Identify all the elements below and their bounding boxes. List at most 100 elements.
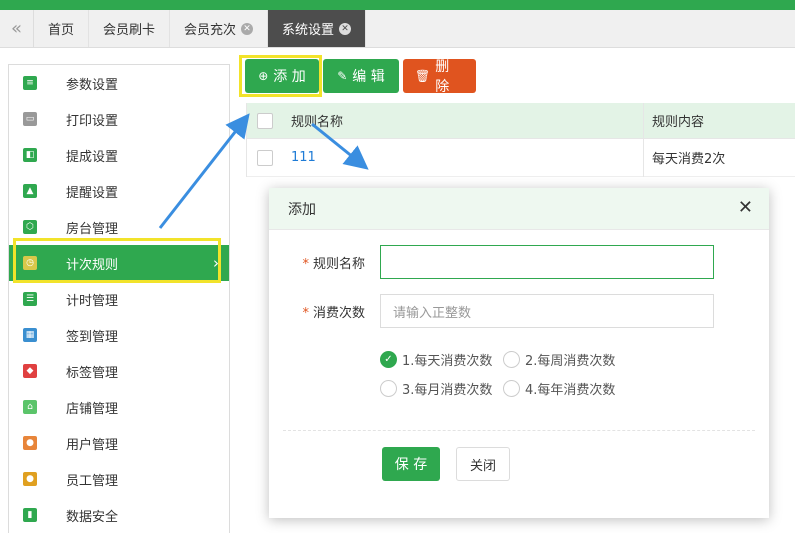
delete-button[interactable]: 🗑 删 除 [403, 59, 476, 95]
edit-icon: ✎ [337, 69, 348, 83]
cell-rule-name[interactable]: 111 [291, 150, 316, 165]
dialog-divider [283, 430, 755, 431]
select-all-checkbox[interactable] [257, 112, 273, 129]
edit-button[interactable]: ✎ 编 辑 [323, 59, 399, 93]
rules-table: 规则名称 规则内容 111 每天消费2次 [246, 103, 795, 177]
tab-label: 首页 [48, 23, 75, 38]
column-divider [643, 103, 644, 177]
bell-icon: ▲ [23, 184, 37, 198]
header-rule-content[interactable]: 规则内容 [652, 111, 704, 130]
printer-icon: ▭ [23, 112, 37, 126]
sidebar-item-data-security[interactable]: ▮ 数据安全 [9, 497, 229, 533]
sidebar-item-label: 打印设置 [66, 113, 119, 129]
rule-name-input[interactable] [380, 245, 714, 279]
collapse-tabs-icon[interactable]: « [0, 10, 34, 47]
sliders-icon: ≡ [23, 76, 37, 90]
sidebar-item-print[interactable]: ▭ 打印设置 [9, 101, 229, 137]
required-mark: * [302, 256, 309, 272]
settings-sidebar: ≡ 参数设置 ▭ 打印设置 ◧ 提成设置 ▲ 提醒设置 ⬡ 房台管理 ◷ 计次规… [8, 64, 230, 533]
consume-count-label: * 消费次数 [269, 302, 365, 321]
table-header: 规则名称 规则内容 [247, 103, 795, 139]
required-mark: * [302, 305, 309, 321]
header-rule-name[interactable]: 规则名称 [291, 111, 343, 130]
tab-bar: « 首页 会员刷卡 会员充次 ✕ 系统设置 ✕ [0, 10, 795, 48]
radio-yearly[interactable]: 4.每年消费次数 [503, 379, 615, 398]
radio-label: 4.每年消费次数 [525, 383, 616, 398]
close-button[interactable]: 关闭 [456, 447, 510, 481]
plus-circle-icon: ⊕ [258, 69, 269, 83]
room-icon: ⬡ [23, 220, 37, 234]
form-row-count: * 消费次数 请输入正整数 [269, 294, 769, 328]
radio-unchecked-icon [380, 380, 397, 397]
sidebar-item-label: 提醒设置 [66, 185, 119, 201]
tag-icon: ◆ [23, 364, 37, 378]
tab-system-settings[interactable]: 系统设置 ✕ [268, 10, 367, 47]
sidebar-item-commission[interactable]: ◧ 提成设置 [9, 137, 229, 173]
radio-label: 2.每周消费次数 [525, 354, 616, 369]
chevron-right-icon: › [213, 254, 219, 272]
sidebar-item-label: 用户管理 [66, 437, 119, 453]
radio-label: 1.每天消费次数 [402, 354, 493, 369]
trash-icon: 🗑 [415, 69, 431, 83]
chart-icon: ▮ [23, 508, 37, 522]
user-icon: ● [23, 436, 37, 450]
sidebar-item-count-rules[interactable]: ◷ 计次规则 › [9, 245, 229, 281]
sidebar-item-label: 参数设置 [66, 77, 119, 93]
sidebar-item-users[interactable]: ● 用户管理 [9, 425, 229, 461]
staff-icon: ● [23, 472, 37, 486]
row-checkbox[interactable] [257, 149, 273, 166]
dialog-header: 添加 ✕ [269, 188, 769, 230]
sidebar-item-room[interactable]: ⬡ 房台管理 [9, 209, 229, 245]
add-rule-dialog: 添加 ✕ * 规则名称 * 消费次数 请输入正整数 ✓ 1.每天消费次数 2.每周消… [269, 188, 769, 518]
radio-weekly[interactable]: 2.每周消费次数 [503, 350, 615, 369]
radio-daily[interactable]: ✓ 1.每天消费次数 [380, 350, 492, 369]
sidebar-item-params[interactable]: ≡ 参数设置 [9, 65, 229, 101]
sidebar-item-store[interactable]: ⌂ 店铺管理 [9, 389, 229, 425]
sidebar-item-label: 数据安全 [66, 509, 119, 525]
radio-unchecked-icon [503, 351, 520, 368]
top-accent-bar [0, 0, 795, 10]
add-button-label: 添 加 [273, 69, 306, 85]
save-button[interactable]: 保 存 [382, 447, 440, 481]
sidebar-item-label: 标签管理 [66, 365, 119, 381]
radio-unchecked-icon [503, 380, 520, 397]
radio-label: 3.每月消费次数 [402, 383, 493, 398]
tab-close-icon[interactable]: ✕ [241, 22, 254, 35]
sidebar-item-timing[interactable]: ☰ 计时管理 [9, 281, 229, 317]
sidebar-item-label: 员工管理 [66, 473, 119, 489]
sidebar-item-label: 房台管理 [66, 221, 119, 237]
timer-icon: ☰ [23, 292, 37, 306]
toolbar: ⊕ 添 加 ✎ 编 辑 🗑 删 除 [240, 56, 476, 96]
add-button[interactable]: ⊕ 添 加 [245, 59, 319, 93]
consume-count-label-text: 消费次数 [312, 305, 365, 321]
sidebar-item-staff[interactable]: ● 员工管理 [9, 461, 229, 497]
dialog-title: 添加 [288, 201, 316, 218]
tab-label: 系统设置 [282, 23, 335, 38]
sidebar-item-label: 提成设置 [66, 149, 119, 165]
tab-member-recharge[interactable]: 会员充次 ✕ [170, 10, 269, 47]
sidebar-item-label: 店铺管理 [66, 401, 119, 417]
radio-monthly[interactable]: 3.每月消费次数 [380, 379, 492, 398]
tab-member-swipe[interactable]: 会员刷卡 [89, 10, 171, 47]
calendar-icon: ▦ [23, 328, 37, 342]
sidebar-item-checkin[interactable]: ▦ 签到管理 [9, 317, 229, 353]
rule-name-label-text: 规则名称 [312, 256, 365, 272]
tab-label: 会员充次 [184, 23, 237, 38]
alarm-clock-icon: ◷ [23, 256, 37, 270]
tab-close-icon[interactable]: ✕ [339, 22, 352, 35]
tab-home[interactable]: 首页 [34, 10, 90, 47]
form-row-name: * 规则名称 [269, 245, 769, 279]
rule-name-label: * 规则名称 [269, 253, 365, 272]
radio-checked-icon: ✓ [380, 351, 397, 368]
commission-icon: ◧ [23, 148, 37, 162]
sidebar-item-label: 计时管理 [66, 293, 119, 309]
edit-button-label: 编 辑 [352, 69, 385, 85]
sidebar-item-label: 计次规则 [66, 257, 119, 273]
sidebar-item-reminder[interactable]: ▲ 提醒设置 [9, 173, 229, 209]
store-icon: ⌂ [23, 400, 37, 414]
sidebar-item-label: 签到管理 [66, 329, 119, 345]
close-icon[interactable]: ✕ [738, 199, 753, 217]
sidebar-item-tags[interactable]: ◆ 标签管理 [9, 353, 229, 389]
table-row[interactable]: 111 每天消费2次 [247, 139, 795, 177]
consume-count-input[interactable]: 请输入正整数 [380, 294, 714, 328]
